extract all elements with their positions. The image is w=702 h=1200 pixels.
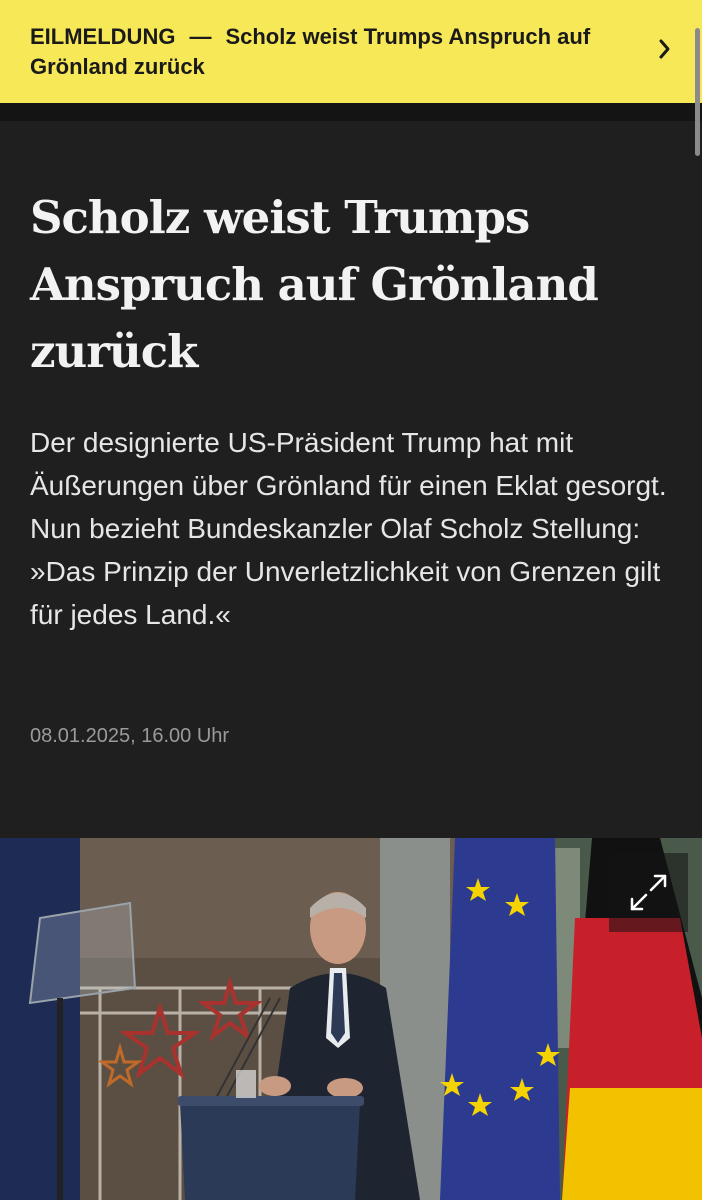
expand-photo-button[interactable] (609, 853, 688, 932)
breaking-news-separator: — (189, 24, 212, 49)
photo-illustration (0, 838, 702, 1200)
article-date: 08.01.2025, 16.00 Uhr (30, 725, 230, 747)
article-photo[interactable] (0, 838, 702, 1200)
breaking-news-text: EILMELDUNG — Scholz weist Trumps Anspruch … (30, 22, 640, 82)
chevron-right-icon (659, 39, 670, 59)
breaking-news-label: EILMELDUNG (30, 24, 176, 49)
expand-arrows-icon (630, 874, 667, 911)
article-headline: Scholz weist Trumps Anspruch auf Grönlan… (30, 191, 599, 378)
banner-divider (0, 103, 702, 121)
breaking-news-banner[interactable]: EILMELDUNG — Scholz weist Trumps Anspruch … (0, 0, 702, 103)
scrollbar-thumb[interactable] (695, 28, 700, 156)
article-teaser: Der designierte US-Präsident Trump hat m… (30, 427, 667, 630)
